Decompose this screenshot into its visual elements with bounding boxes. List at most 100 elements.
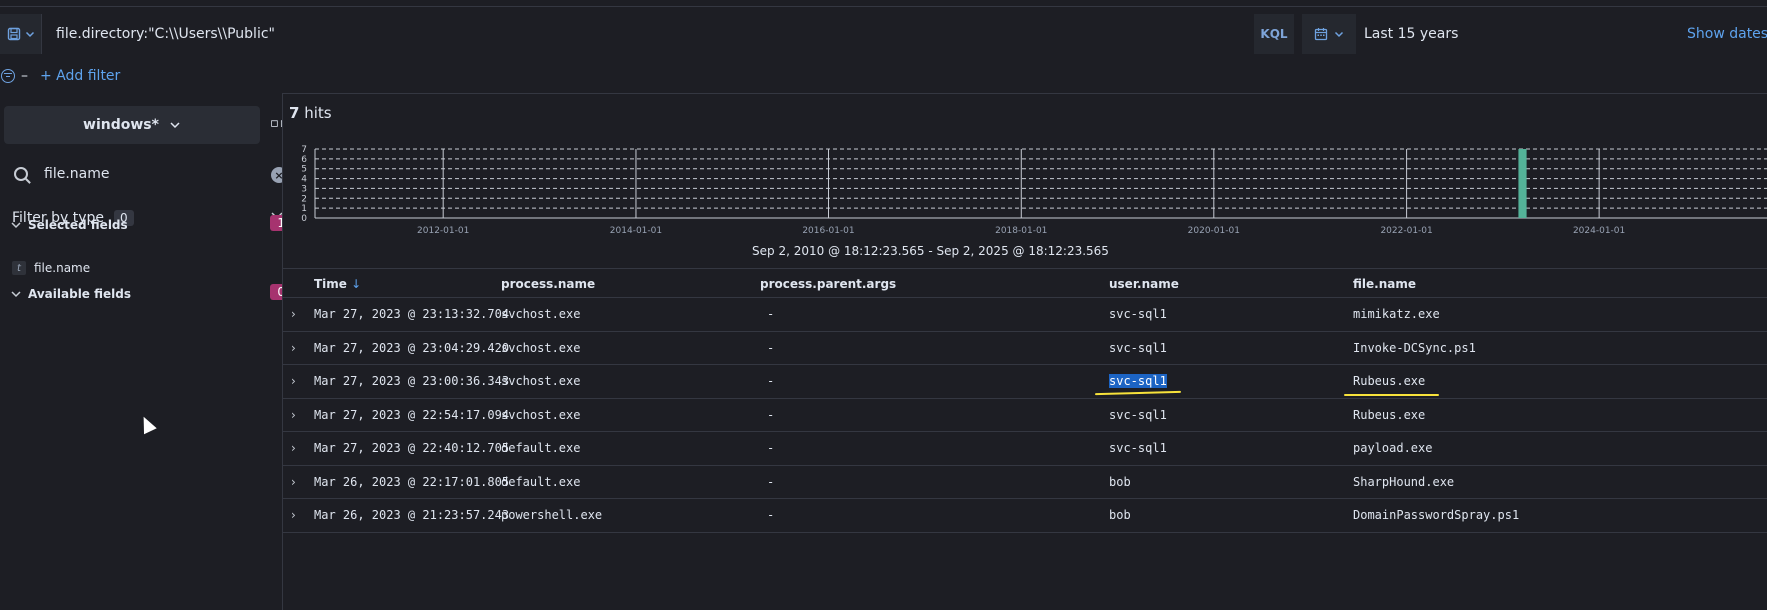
kql-language-button[interactable]: KQL: [1254, 14, 1294, 54]
y-tick-label: 7: [301, 145, 307, 155]
cell-file-name: Rubeus.exe: [1353, 374, 1426, 388]
selected-fields-section[interactable]: Selected fields 1: [8, 214, 292, 236]
cell-process-name: default.exe: [501, 474, 581, 489]
cell-process-name: svchost.exe: [501, 307, 581, 321]
field-search[interactable]: file.name ×: [14, 160, 287, 188]
hits-count: 7: [289, 104, 300, 122]
column-header-user-name[interactable]: user.name: [1109, 277, 1179, 291]
query-bar: file.directory:"C:\\Users\\Public" KQL L…: [0, 14, 1767, 54]
cell-user-name: svc-sql1: [1109, 441, 1167, 455]
expand-row-icon[interactable]: ›: [291, 307, 296, 321]
date-quick-menu-button[interactable]: [1302, 14, 1356, 54]
cell-user-name: svc-sql1: [1109, 407, 1167, 422]
cell-file-name: payload.exe: [1353, 441, 1433, 455]
documents-table: Time ↓ process.name process.parent.args …: [283, 268, 1767, 533]
selected-fields-label: Selected fields: [28, 218, 128, 232]
cell-time: Mar 27, 2023 @ 22:40:12.705: [314, 441, 510, 455]
sort-arrow-icon[interactable]: ↓: [351, 277, 361, 291]
cell-time: Mar 27, 2023 @ 23:13:32.704: [314, 307, 510, 321]
cell-process-parent-args: -: [767, 474, 775, 489]
x-tick-label: 2020-01-01: [1188, 226, 1240, 236]
expand-row-icon[interactable]: ›: [291, 508, 296, 522]
save-icon: [7, 27, 20, 41]
cell-process-parent-args: -: [767, 307, 775, 321]
expand-row-icon[interactable]: ›: [291, 441, 296, 455]
table-row[interactable]: › Mar 27, 2023 @ 22:40:12.705 default.ex…: [283, 432, 1767, 466]
filter-bar: – + Add filter: [0, 64, 120, 88]
expand-row-icon[interactable]: ›: [291, 341, 296, 355]
cell-time: Mar 26, 2023 @ 22:17:01.805: [314, 474, 510, 489]
y-tick-label: 0: [301, 214, 307, 224]
y-tick-label: 6: [301, 155, 307, 165]
cell-user-name-selected: svc-sql1: [1109, 374, 1167, 388]
cell-process-parent-args: -: [767, 374, 775, 388]
cell-process-name: svchost.exe: [501, 407, 581, 422]
table-row[interactable]: › Mar 27, 2023 @ 22:54:17.094 svchost.ex…: [283, 399, 1767, 432]
calendar-icon: [1314, 28, 1328, 41]
data-view-name: windows*: [83, 117, 159, 133]
filter-divider: –: [21, 68, 28, 84]
cell-user-name: bob: [1109, 508, 1131, 522]
cell-process-name: svchost.exe: [501, 340, 581, 355]
table-row[interactable]: › Mar 26, 2023 @ 21:23:57.243 powershell…: [283, 499, 1767, 533]
chevron-down-icon: [11, 222, 21, 229]
data-view-picker[interactable]: windows*: [4, 106, 260, 144]
field-item-file-name[interactable]: t file.name: [12, 258, 90, 278]
y-tick-label: 2: [301, 194, 307, 204]
cell-time: Mar 27, 2023 @ 23:04:29.420: [314, 340, 510, 355]
cell-file-name: SharpHound.exe: [1353, 474, 1455, 489]
show-dates-link[interactable]: Show dates: [1687, 14, 1767, 54]
query-input[interactable]: file.directory:"C:\\Users\\Public": [42, 14, 1252, 54]
cell-process-parent-args: -: [767, 441, 775, 455]
column-header-file-name[interactable]: file.name: [1353, 277, 1416, 291]
field-name: file.name: [34, 261, 91, 275]
add-filter-button[interactable]: + Add filter: [40, 68, 120, 84]
y-tick-label: 3: [301, 184, 307, 194]
cell-user-name: svc-sql1: [1109, 307, 1167, 321]
available-fields-section[interactable]: Available fields 0: [8, 283, 292, 305]
expand-row-icon[interactable]: ›: [291, 408, 296, 422]
x-tick-label: 2012-01-01: [417, 226, 469, 236]
string-type-icon: t: [12, 261, 26, 275]
column-header-process-name[interactable]: process.name: [501, 277, 595, 291]
expand-row-icon[interactable]: ›: [291, 374, 296, 388]
x-tick-label: 2024-01-01: [1573, 226, 1625, 236]
cell-file-name: mimikatz.exe: [1353, 307, 1440, 321]
saved-query-button[interactable]: [0, 14, 42, 54]
column-header-time[interactable]: Time ↓: [314, 277, 361, 291]
chevron-down-icon: [170, 122, 180, 129]
annotation-underline: [1094, 390, 1182, 396]
expand-row-icon[interactable]: ›: [291, 475, 296, 489]
cell-file-name: Rubeus.exe: [1353, 407, 1426, 422]
available-fields-label: Available fields: [28, 287, 132, 301]
x-tick-label: 2016-01-01: [802, 226, 854, 236]
histogram-bar: [1518, 149, 1527, 218]
cell-file-name: DomainPasswordSpray.ps1: [1353, 508, 1520, 522]
hits-label: hits: [304, 104, 332, 122]
filter-menu-icon[interactable]: [1, 69, 15, 83]
x-tick-label: 2022-01-01: [1380, 226, 1432, 236]
cell-file-name: Invoke-DCSync.ps1: [1353, 340, 1476, 355]
cell-time: Mar 26, 2023 @ 21:23:57.243: [314, 508, 510, 522]
y-tick-label: 5: [301, 165, 307, 175]
column-header-process-parent-args[interactable]: process.parent.args: [760, 277, 896, 291]
cell-process-parent-args: -: [767, 340, 775, 355]
field-search-input[interactable]: file.name: [44, 166, 109, 182]
field-sidebar: windows* ▫▫▫ ⇇ file.name × Filter by typ…: [0, 106, 308, 610]
table-row[interactable]: › Mar 27, 2023 @ 23:04:29.420 svchost.ex…: [283, 332, 1767, 365]
cell-process-parent-args: -: [767, 407, 775, 422]
table-row[interactable]: › Mar 26, 2023 @ 22:17:01.805 default.ex…: [283, 466, 1767, 499]
cell-time: Mar 27, 2023 @ 22:54:17.094: [314, 407, 510, 422]
chart-time-range: Sep 2, 2010 @ 18:12:23.565 - Sep 2, 2025…: [752, 244, 1109, 258]
annotation-underline: [1344, 394, 1439, 396]
x-tick-label: 2018-01-01: [995, 226, 1047, 236]
table-row[interactable]: › Mar 27, 2023 @ 23:13:32.704 svchost.ex…: [283, 298, 1767, 332]
y-tick-label: 1: [301, 204, 307, 214]
time-range-label[interactable]: Last 15 years: [1364, 14, 1458, 54]
cell-time: Mar 27, 2023 @ 23:00:36.343: [314, 374, 510, 388]
y-tick-label: 4: [301, 175, 307, 185]
cell-user-name: svc-sql1: [1109, 340, 1167, 355]
cell-process-name: powershell.exe: [501, 508, 603, 522]
table-row[interactable]: › Mar 27, 2023 @ 23:00:36.343 svchost.ex…: [283, 365, 1767, 399]
cell-user-name: bob: [1109, 474, 1131, 489]
